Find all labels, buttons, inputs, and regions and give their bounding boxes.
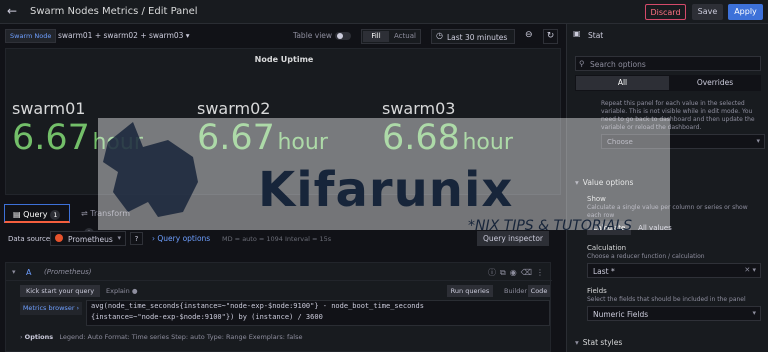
- search-icon: ⚲: [579, 59, 585, 68]
- datasource-label: Data source: [8, 235, 51, 243]
- visualization-picker[interactable]: ▣ Stat: [571, 28, 765, 43]
- fields-description: Select the fields that should be include…: [587, 296, 746, 303]
- query-line: avg(node_time_seconds{instance=~"node-ex…: [91, 302, 424, 310]
- prometheus-icon: [55, 234, 63, 242]
- query-options-summary[interactable]: › Options Legend: Auto Format: Time seri…: [20, 333, 302, 341]
- time-range-picker[interactable]: ◷ Last 30 minutes: [431, 29, 515, 44]
- query-datasource: (Prometheus): [44, 268, 92, 276]
- chevron-down-icon: ▾: [752, 309, 756, 317]
- drag-handle-icon[interactable]: ⋮: [536, 268, 548, 277]
- query-header: ▾ A (Prometheus) ⓘ⧉◉⌫⋮: [6, 263, 552, 281]
- calculation-label: Calculation: [587, 244, 627, 252]
- variables-bar: Swarm Node swarm01 + swarm02 + swarm03 ▾…: [0, 24, 565, 46]
- calculation-select[interactable]: Last * ✕ ▾: [587, 263, 761, 278]
- stat-styles-title: Stat styles: [582, 338, 623, 347]
- panel-title: Node Uptime: [254, 55, 314, 64]
- fill-button[interactable]: Fill: [363, 31, 389, 42]
- stat-name: swarm03: [382, 99, 456, 118]
- collapse-icon[interactable]: ▾: [12, 268, 16, 276]
- clock-icon: ◷: [436, 31, 443, 40]
- hide-icon[interactable]: ◉: [510, 268, 521, 277]
- watermark-text: Kifarunix: [258, 162, 514, 218]
- variable-label: Swarm Node: [5, 29, 57, 43]
- query-options-toggle[interactable]: › Query options: [152, 234, 210, 243]
- code-mode-button[interactable]: Code: [528, 285, 550, 297]
- datasource-name: Prometheus: [68, 235, 113, 244]
- datasource-select[interactable]: Prometheus ▾: [50, 231, 126, 246]
- visualization-name: Stat: [588, 31, 604, 40]
- save-button[interactable]: Save: [692, 4, 723, 20]
- refresh-icon[interactable]: ↻: [543, 29, 558, 44]
- actual-button[interactable]: Actual: [394, 32, 416, 40]
- fields-label: Fields: [587, 287, 607, 295]
- calculation-description: Choose a reducer function / calculation: [587, 253, 705, 260]
- kick-start-button[interactable]: Kick start your query: [20, 285, 100, 297]
- all-overrides-switch: All Overrides: [575, 75, 761, 91]
- info-icon[interactable]: ?: [130, 232, 143, 245]
- chevron-down-icon: ▾: [575, 338, 579, 347]
- search-placeholder: Search options: [590, 60, 646, 69]
- search-options-input[interactable]: ⚲ Search options: [575, 56, 761, 71]
- stat-viz-icon: ▣: [573, 29, 581, 38]
- clear-and-chevron-icon: ✕ ▾: [744, 266, 756, 274]
- table-view-label: Table view: [293, 31, 333, 40]
- tab-query[interactable]: ▤ Query 1: [4, 204, 70, 223]
- top-bar: ← Swarm Nodes Metrics / Edit Panel Disca…: [0, 0, 768, 24]
- fill-actual-switch: Fill Actual: [361, 29, 421, 44]
- page-title: Swarm Nodes Metrics / Edit Panel: [30, 6, 198, 17]
- explain-toggle[interactable]: Explain ●: [106, 287, 138, 295]
- fields-value: Numeric Fields: [593, 310, 649, 319]
- chevron-down-icon: ▾: [756, 137, 760, 145]
- query-letter[interactable]: A: [26, 268, 31, 277]
- discard-button[interactable]: Discard: [645, 4, 686, 20]
- run-queries-button[interactable]: Run queries: [447, 285, 493, 297]
- query-options-label: Query options: [157, 234, 211, 243]
- variable-select[interactable]: swarm01 + swarm02 + swarm03 ▾: [58, 31, 190, 40]
- help-icon[interactable]: ⓘ: [488, 268, 500, 277]
- apply-button[interactable]: Apply: [728, 4, 763, 20]
- delete-icon[interactable]: ⌫: [521, 268, 536, 277]
- table-view-toggle[interactable]: [335, 32, 351, 40]
- time-range-value: Last 30 minutes: [447, 33, 508, 42]
- zoom-out-icon[interactable]: ⊖: [525, 30, 533, 40]
- variable-value: swarm01 + swarm02 + swarm03: [58, 31, 184, 40]
- metrics-browser-button[interactable]: Metrics browser ›: [20, 302, 82, 315]
- options-label: Options: [24, 333, 54, 341]
- query-count-badge: 1: [50, 210, 61, 220]
- watermark-subtitle: *NIX TIPS & TUTORIALS: [468, 218, 632, 234]
- stat-value: 6.67: [12, 118, 90, 158]
- query-actions: ⓘ⧉◉⌫⋮: [488, 267, 548, 278]
- options-detail: Legend: Auto Format: Time series Step: a…: [59, 333, 303, 341]
- query-line: {instance=~"node-exp-$node:9100"}) by (i…: [91, 313, 323, 321]
- duplicate-icon[interactable]: ⧉: [500, 268, 510, 277]
- query-options-meta: MD = auto = 1094 Interval = 15s: [222, 235, 332, 243]
- builder-mode-button[interactable]: Builder: [504, 287, 527, 295]
- explain-label: Explain: [106, 287, 130, 295]
- stat-name: swarm02: [197, 99, 271, 118]
- query-editor: ▾ A (Prometheus) ⓘ⧉◉⌫⋮ Kick start your q…: [5, 262, 552, 352]
- tab-overrides[interactable]: Overrides: [672, 76, 758, 90]
- stat-styles-section[interactable]: ▾ Stat styles: [575, 338, 622, 347]
- back-arrow-icon[interactable]: ←: [7, 4, 17, 18]
- chevron-down-icon: ▾: [117, 234, 121, 242]
- tab-query-label: Query: [23, 210, 48, 219]
- tab-all[interactable]: All: [576, 76, 669, 90]
- fields-select[interactable]: Numeric Fields ▾: [587, 306, 761, 321]
- calculation-value: Last *: [593, 267, 615, 276]
- watermark-rhino-logo: [103, 122, 198, 217]
- query-code-input[interactable]: avg(node_time_seconds{instance=~"node-ex…: [86, 300, 550, 326]
